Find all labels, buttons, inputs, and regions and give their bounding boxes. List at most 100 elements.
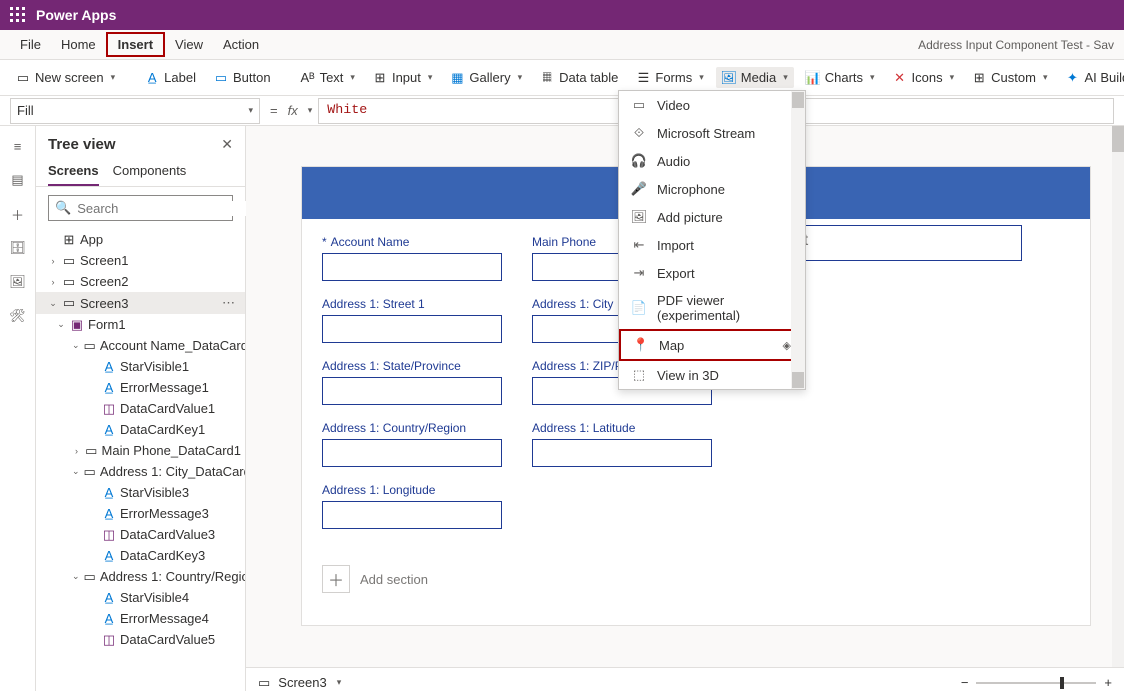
node-dcv1[interactable]: ◫DataCardValue1: [36, 398, 245, 419]
label-icon: A̲: [102, 360, 116, 374]
zoom-out-button[interactable]: −: [961, 675, 969, 690]
field-lat[interactable]: Address 1: Latitude: [532, 421, 712, 467]
zoom-in-button[interactable]: +: [1104, 675, 1112, 690]
canvas-scrollbar[interactable]: [1112, 126, 1124, 691]
node-errm4[interactable]: A̲ErrorMessage4: [36, 608, 245, 629]
menu-view[interactable]: View: [165, 33, 213, 56]
rail-data-icon[interactable]: 🗄: [8, 238, 28, 258]
status-screen[interactable]: Screen3: [278, 675, 326, 690]
media-button[interactable]: 🖼Media▾: [716, 67, 794, 88]
new-screen-button[interactable]: ▭New screen▾: [10, 67, 121, 88]
node-dcv5[interactable]: ◫DataCardValue5: [36, 629, 245, 650]
property-selector[interactable]: Fill▾: [10, 98, 260, 124]
more-icon[interactable]: ⋯: [222, 295, 241, 311]
node-dc-account[interactable]: ⌄▭Account Name_DataCard1: [36, 335, 245, 356]
button-button[interactable]: ▭Button: [208, 67, 277, 88]
text-button[interactable]: AᴮText▾: [295, 67, 361, 88]
icons-button[interactable]: ✕Icons▾: [887, 67, 961, 88]
node-dc-country[interactable]: ⌄▭Address 1: Country/Region_DataCar: [36, 566, 245, 587]
close-icon[interactable]: ✕: [221, 136, 233, 153]
dd-video[interactable]: ▭Video: [619, 91, 805, 119]
dd-pdf[interactable]: 📄PDF viewer (experimental): [619, 287, 805, 329]
label-icon: A̲: [102, 381, 116, 395]
node-starv3[interactable]: A̲StarVisible3: [36, 482, 245, 503]
node-errm3[interactable]: A̲ErrorMessage3: [36, 503, 245, 524]
rail-hamburger-icon[interactable]: ≡: [8, 136, 28, 156]
node-errm1[interactable]: A̲ErrorMessage1: [36, 377, 245, 398]
node-app[interactable]: ⊞App: [36, 229, 245, 250]
rail-plus-icon[interactable]: ＋: [8, 204, 28, 224]
zoom-slider[interactable]: [976, 682, 1096, 684]
rail-tools-icon[interactable]: 🛠: [8, 306, 28, 326]
menubar: File Home Insert View Action Address Inp…: [0, 30, 1124, 60]
input-country[interactable]: [322, 439, 502, 467]
label-icon: A̲: [102, 486, 116, 500]
tab-components[interactable]: Components: [113, 163, 187, 186]
gallery-button[interactable]: ▦Gallery▾: [444, 67, 528, 88]
search-input[interactable]: [77, 201, 253, 216]
input-button[interactable]: ⊞Input▾: [367, 67, 438, 88]
node-dck1[interactable]: A̲DataCardKey1: [36, 419, 245, 440]
field-state[interactable]: Address 1: State/Province: [322, 359, 502, 405]
import-icon: ⇤: [631, 237, 647, 253]
plus-icon: ＋: [322, 565, 350, 593]
input-lat[interactable]: [532, 439, 712, 467]
search-box[interactable]: 🔍: [48, 195, 233, 221]
media-dropdown: ▭Video ⟐Microsoft Stream 🎧Audio 🎤Microph…: [618, 90, 806, 390]
field-account[interactable]: *Account Name: [322, 235, 502, 281]
field-lon[interactable]: Address 1: Longitude: [322, 483, 502, 529]
add-section[interactable]: ＋ Add section: [322, 565, 1070, 593]
rail-tree-icon[interactable]: ▤: [8, 170, 28, 190]
label-icon: A̲: [102, 591, 116, 605]
dd-export[interactable]: ⇥Export: [619, 259, 805, 287]
dd-map[interactable]: 📍Map◈: [619, 329, 805, 361]
dd-audio[interactable]: 🎧Audio: [619, 147, 805, 175]
node-screen1[interactable]: ›▭Screen1: [36, 250, 245, 271]
input-street[interactable]: [322, 315, 502, 343]
screen-icon: ▭: [62, 275, 76, 289]
node-dc-city[interactable]: ⌄▭Address 1: City_DataCard1: [36, 461, 245, 482]
custom-button[interactable]: ⊞Custom▾: [966, 67, 1053, 88]
screen-icon: ▭: [62, 254, 76, 268]
menu-action[interactable]: Action: [213, 33, 269, 56]
dd-import[interactable]: ⇤Import: [619, 231, 805, 259]
menu-home[interactable]: Home: [51, 33, 106, 56]
menu-insert[interactable]: Insert: [106, 32, 165, 57]
node-dc-phone[interactable]: ›▭Main Phone_DataCard1: [36, 440, 245, 461]
left-rail: ≡ ▤ ＋ 🗄 🖼 🛠: [0, 126, 36, 691]
node-screen2[interactable]: ›▭Screen2: [36, 271, 245, 292]
tab-screens[interactable]: Screens: [48, 163, 99, 186]
node-dcv3[interactable]: ◫DataCardValue3: [36, 524, 245, 545]
forms-button[interactable]: ☰Forms▾: [630, 67, 709, 88]
node-dck3[interactable]: A̲DataCardKey3: [36, 545, 245, 566]
app-icon: ⊞: [62, 233, 76, 247]
node-form1[interactable]: ⌄▣Form1: [36, 314, 245, 335]
button-icon: ▭: [214, 71, 228, 85]
rail-media-icon[interactable]: 🖼: [8, 272, 28, 292]
dd-mic[interactable]: 🎤Microphone: [619, 175, 805, 203]
node-starv1[interactable]: A̲StarVisible1: [36, 356, 245, 377]
datatable-button[interactable]: 𝄜Data table: [534, 67, 624, 88]
field-country[interactable]: Address 1: Country/Region: [322, 421, 502, 467]
input-account[interactable]: [322, 253, 502, 281]
waffle-icon[interactable]: [10, 7, 26, 23]
dropdown-scrollbar[interactable]: [791, 91, 805, 389]
input-icon: ⊞: [373, 71, 387, 85]
node-screen3[interactable]: ⌄▭Screen3⋯: [36, 292, 245, 314]
dd-3d[interactable]: ⬚View in 3D: [619, 361, 805, 389]
node-starv4[interactable]: A̲StarVisible4: [36, 587, 245, 608]
input-icon: ◫: [102, 402, 116, 416]
input-state[interactable]: [322, 377, 502, 405]
dd-stream[interactable]: ⟐Microsoft Stream: [619, 119, 805, 147]
label-icon: A̲: [102, 549, 116, 563]
input-icon: ◫: [102, 528, 116, 542]
label-button[interactable]: A̲Label: [139, 67, 202, 88]
tree: ⊞App ›▭Screen1 ›▭Screen2 ⌄▭Screen3⋯ ⌄▣Fo…: [36, 229, 245, 691]
menu-file[interactable]: File: [10, 33, 51, 56]
field-street[interactable]: Address 1: Street 1: [322, 297, 502, 343]
dd-addpic[interactable]: 🖼Add picture: [619, 203, 805, 231]
charts-button[interactable]: 📊Charts▾: [800, 67, 881, 88]
formula-bar: Fill▾ = fx▾: [0, 96, 1124, 126]
input-lon[interactable]: [322, 501, 502, 529]
aibuilder-button[interactable]: ✦AI Builder▾: [1059, 67, 1124, 88]
